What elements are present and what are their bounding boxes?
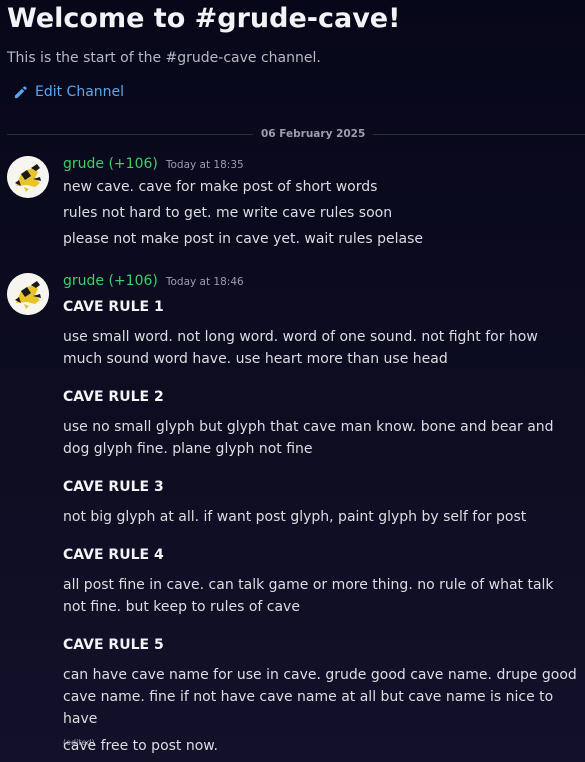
username[interactable]: grude (+106) [63, 273, 158, 289]
message: grude (+106) Today at 18:35 new cave. ca… [0, 156, 585, 256]
username[interactable]: grude (+106) [63, 156, 158, 172]
rule-text: use no small glyph but glyph that cave m… [63, 419, 554, 457]
date-divider: 06 February 2025 [7, 126, 585, 142]
rule-heading: CAVE RULE 4 [63, 547, 164, 563]
rule-heading: CAVE RULE 3 [63, 479, 164, 495]
avatar[interactable] [7, 156, 49, 198]
message-line: please not make post in cave yet. wait r… [63, 231, 424, 247]
rule-text: all post fine in cave. can talk game or … [63, 577, 554, 615]
rule-heading: CAVE RULE 2 [63, 389, 164, 405]
pencil-icon [13, 85, 28, 100]
message: grude (+106) Today at 18:46 CAVE RULE 1 … [0, 273, 585, 758]
rule-heading: CAVE RULE 5 [63, 637, 164, 653]
channel-welcome-title: Welcome to #grude-cave! [7, 3, 401, 34]
edit-channel-button[interactable]: Edit Channel [13, 84, 124, 100]
message-line: cave free to post now. [63, 738, 218, 754]
rule-text: use small word. not long word. word of o… [63, 329, 538, 367]
timestamp: Today at 18:46 [165, 276, 244, 288]
message-line: new cave. cave for make post of short wo… [63, 179, 378, 195]
channel-welcome-subtitle: This is the start of the #grude-cave cha… [7, 50, 321, 66]
avatar[interactable] [7, 273, 49, 315]
rule-heading: CAVE RULE 1 [63, 299, 164, 315]
divider-date: 06 February 2025 [253, 126, 374, 142]
rule-text: not big glyph at all. if want post glyph… [63, 509, 527, 525]
message-line: rules not hard to get. me write cave rul… [63, 205, 393, 221]
rule-text-body: can have cave name for use in cave. grud… [63, 667, 577, 727]
timestamp: Today at 18:35 [165, 159, 244, 171]
edit-channel-label: Edit Channel [35, 84, 125, 100]
